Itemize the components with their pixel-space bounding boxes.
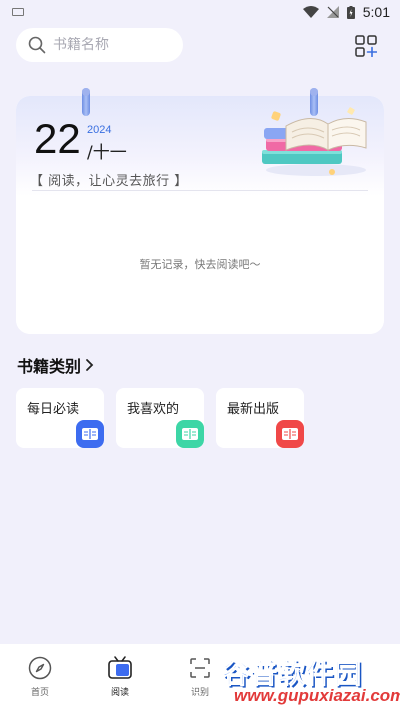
category-label: 最新出版: [227, 402, 280, 417]
chevron-right-icon: [86, 359, 94, 371]
status-time: 5:01: [362, 4, 390, 20]
add-book-icon[interactable]: [355, 35, 377, 57]
keyboard-icon: [12, 8, 24, 16]
search-bar[interactable]: [16, 28, 183, 62]
binder-ring-cap-right: [310, 88, 318, 96]
calendar-slogan: 【 阅读，让心灵去旅行 】: [30, 174, 188, 189]
nav-reading[interactable]: 阅读: [96, 656, 144, 698]
nav-home[interactable]: 首页: [16, 656, 64, 698]
watermark-url: www.gupuxiazai.com: [234, 686, 400, 705]
book-open-icon: [276, 420, 304, 448]
calendar-lunar-month: /十一: [87, 143, 127, 163]
category-card-daily[interactable]: 每日必读: [16, 388, 104, 448]
no-signal-icon: [326, 6, 339, 18]
category-card-favorites[interactable]: 我喜欢的: [116, 388, 204, 448]
books-illustration-icon: [262, 107, 367, 176]
nav-label: 首页: [30, 688, 49, 698]
book-open-icon: [176, 420, 204, 448]
calendar-day: 22: [34, 115, 81, 162]
nav-label: 阅读: [110, 688, 129, 698]
tv-book-icon: [108, 656, 132, 679]
nav-label: 识别: [190, 688, 209, 698]
category-label: 我喜欢的: [127, 402, 180, 417]
scan-icon: [190, 658, 210, 678]
binder-ring-cap-left: [82, 88, 90, 96]
empty-record-text: 暂无记录，快去阅读吧～: [139, 258, 261, 271]
status-icons: 5:01: [302, 4, 390, 20]
status-bar: 5:01: [0, 0, 400, 24]
compass-icon: [28, 656, 52, 680]
card-divider: [32, 190, 368, 191]
search-icon: [28, 36, 46, 54]
nav-recognize[interactable]: 识别: [176, 656, 224, 698]
battery-icon: [346, 5, 355, 19]
category-label: 每日必读: [27, 402, 80, 417]
book-category-header[interactable]: 书籍类别: [17, 353, 95, 377]
wifi-icon: [302, 6, 319, 18]
category-card-new[interactable]: 最新出版: [216, 388, 304, 448]
book-category-title: 书籍类别: [17, 357, 82, 376]
book-open-icon: [76, 420, 104, 448]
calendar-year: 2024: [87, 124, 112, 136]
search-input[interactable]: [53, 37, 173, 53]
watermark-logo: 谷普软件园 www.gupuxiazai.com: [218, 652, 400, 712]
